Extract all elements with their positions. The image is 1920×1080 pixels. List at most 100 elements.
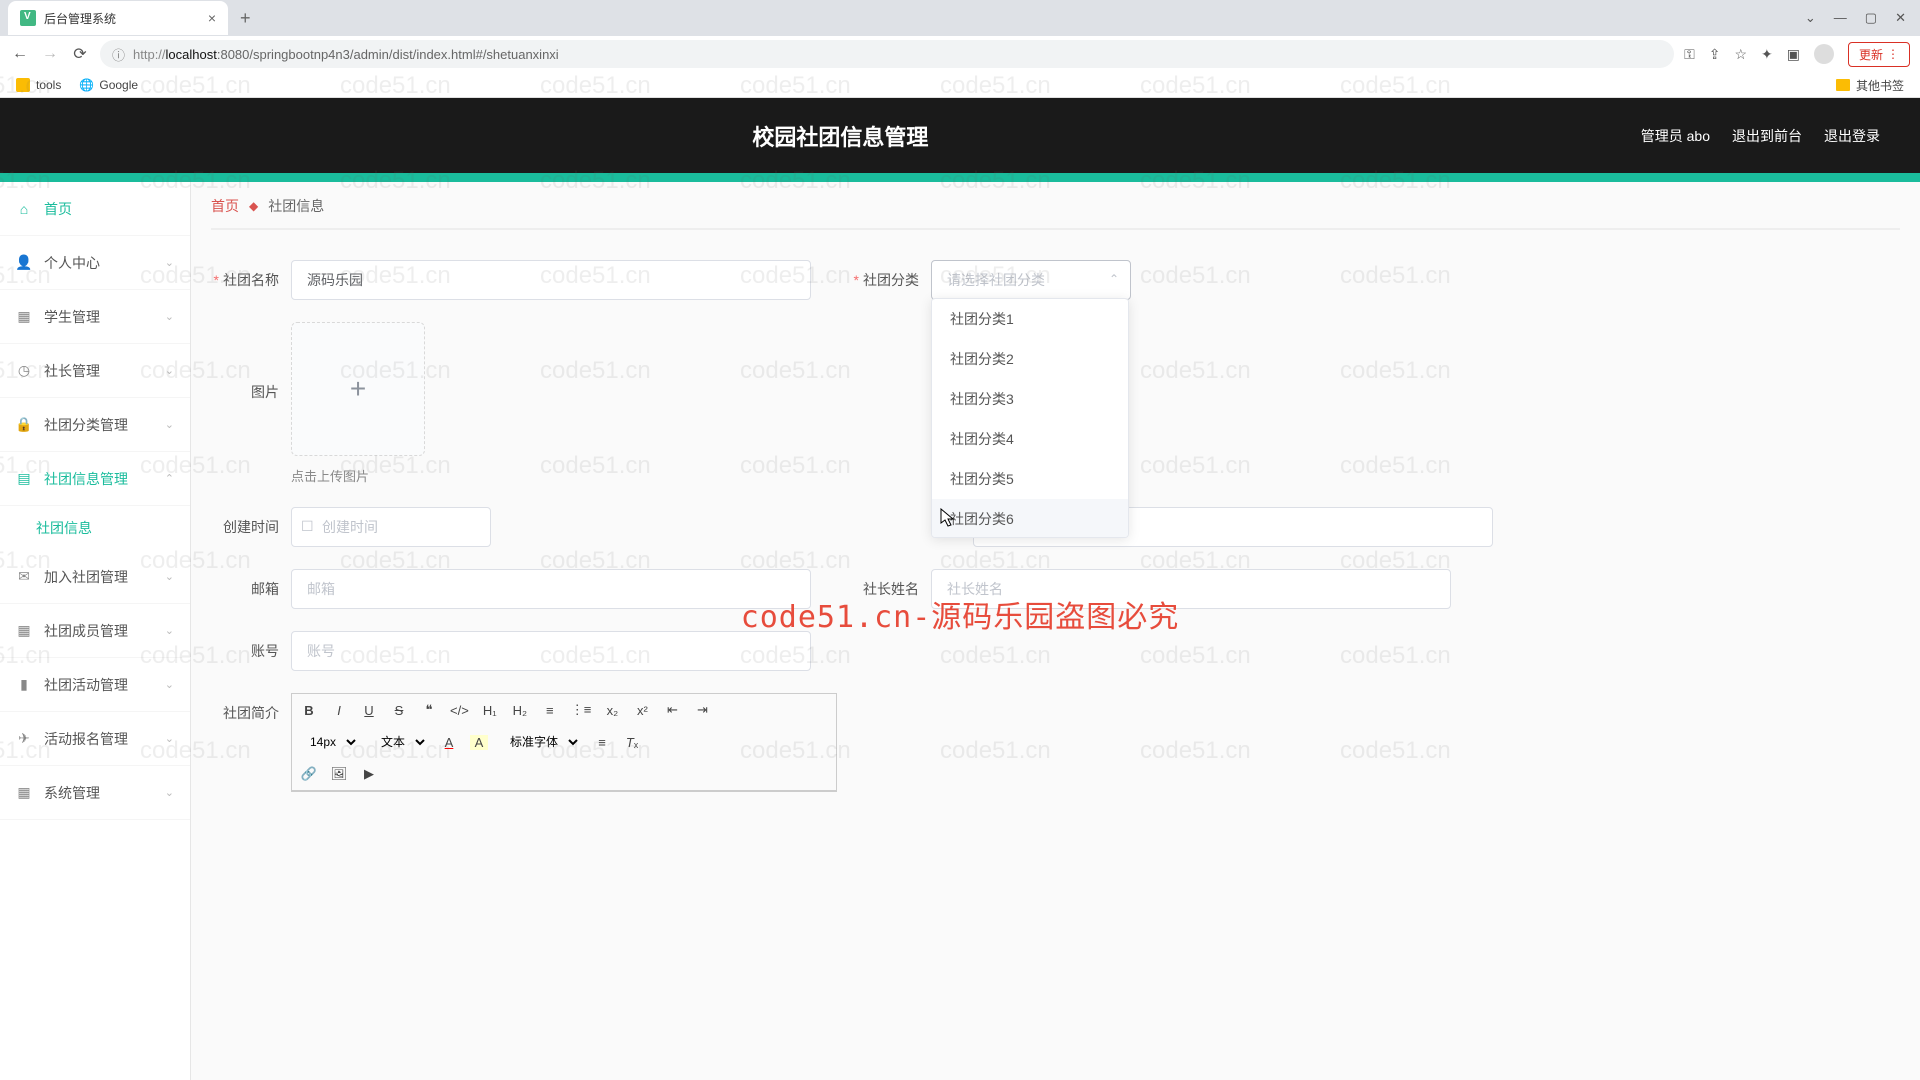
input-club-name[interactable]	[291, 260, 811, 300]
bookmark-google[interactable]: 🌐Google	[79, 78, 138, 92]
header-front-link[interactable]: 退出到前台	[1732, 126, 1802, 146]
list-icon: ▤	[16, 471, 32, 487]
dropdown-option[interactable]: 社团分类1	[932, 299, 1128, 339]
lock-icon: 🔒	[16, 417, 32, 433]
bold-icon[interactable]: B	[300, 703, 318, 718]
select-category[interactable]: ⌃ 社团分类1 社团分类2 社团分类3 社团分类4 社团分类5 社团分类6 计算…	[931, 260, 1131, 300]
form-item-category: 社团分类 ⌃ 社团分类1 社团分类2 社团分类3 社团分类4 社团分类5	[851, 260, 1131, 300]
input-create-time[interactable]	[291, 507, 491, 547]
sidebar-item-signup[interactable]: ✈活动报名管理⌄	[0, 712, 190, 766]
key-icon[interactable]: ⚿	[1684, 46, 1695, 63]
url-action-icons: ⚿ ⇪ ☆ ✦ ▣ 更新	[1684, 42, 1910, 67]
dropdown-option[interactable]: 社团分类2	[932, 339, 1128, 379]
video-icon[interactable]: ▶	[360, 766, 378, 782]
dropdown-option[interactable]: 社团分类6	[932, 499, 1128, 538]
h1-icon[interactable]: H₁	[481, 703, 499, 718]
sub-icon[interactable]: x₂	[603, 703, 621, 718]
header-logout-link[interactable]: 退出登录	[1824, 126, 1880, 146]
style-select[interactable]: 文本	[371, 732, 428, 752]
text-color-icon[interactable]: A	[440, 735, 458, 750]
sidebar-subitem-clubinfo[interactable]: 社团信息	[0, 506, 190, 550]
close-icon[interactable]: ✕	[1895, 10, 1906, 26]
font-family-select[interactable]: 标准字体	[500, 732, 581, 752]
sidebar-item-join[interactable]: ✉加入社团管理⌄	[0, 550, 190, 604]
category-dropdown: 社团分类1 社团分类2 社团分类3 社团分类4 社团分类5 社团分类6 计算机	[931, 298, 1129, 538]
info-icon[interactable]: ⓘ	[112, 45, 125, 64]
breadcrumb-home[interactable]: 首页	[211, 196, 239, 216]
strike-icon[interactable]: S	[390, 703, 408, 718]
sidebar-item-home[interactable]: ⌂首页	[0, 182, 190, 236]
sup-icon[interactable]: x²	[633, 703, 651, 718]
quote-icon[interactable]: ❝	[420, 702, 438, 718]
bookmark-tools[interactable]: tools	[16, 78, 61, 92]
dropdown-icon[interactable]: ⌄	[1805, 10, 1816, 26]
vue-favicon	[20, 10, 36, 26]
chevron-up-icon: ⌃	[1109, 272, 1119, 286]
ol-icon[interactable]: ≡	[541, 703, 559, 718]
extension-icon[interactable]: ✦	[1761, 46, 1773, 63]
sidebar-item-member[interactable]: ▦社团成员管理⌄	[0, 604, 190, 658]
label-account: 账号	[211, 631, 291, 661]
panel-icon[interactable]: ▣	[1787, 46, 1800, 63]
ul-icon[interactable]: ⋮≡	[571, 702, 592, 718]
sidebar-item-system[interactable]: ▦系统管理⌄	[0, 766, 190, 820]
grid-icon: ▦	[16, 623, 32, 639]
sidebar-item-profile[interactable]: 👤个人中心⌄	[0, 236, 190, 290]
outdent-icon[interactable]: ⇤	[663, 702, 681, 718]
new-tab-button[interactable]: +	[240, 8, 251, 29]
align-icon[interactable]: ≡	[593, 735, 611, 750]
back-button[interactable]: ←	[10, 45, 30, 63]
reload-button[interactable]: ⟳	[70, 44, 90, 64]
update-button[interactable]: 更新	[1848, 42, 1910, 67]
content-area: 首页 ◆ 社团信息 社团名称 社团分类 ⌃	[191, 182, 1920, 1080]
upload-tip: 点击上传图片	[291, 466, 425, 485]
select-category-input[interactable]	[931, 260, 1131, 300]
sidebar-item-clubinfo[interactable]: ▤社团信息管理⌃	[0, 452, 190, 506]
clear-format-icon[interactable]: Tₓ	[623, 735, 641, 750]
sidebar-item-category[interactable]: 🔒社团分类管理⌄	[0, 398, 190, 452]
input-email[interactable]	[291, 569, 811, 609]
rich-text-editor[interactable]: B I U S ❝ </> H₁ H₂ ≡ ⋮≡ x₂	[291, 693, 837, 792]
tab-close-icon[interactable]: ×	[208, 10, 216, 26]
sidebar-item-activity[interactable]: ▮社团活动管理⌄	[0, 658, 190, 712]
bg-color-icon[interactable]: A	[470, 735, 488, 750]
profile-icon[interactable]	[1814, 44, 1834, 64]
sidebar-item-student[interactable]: ▦学生管理⌄	[0, 290, 190, 344]
maximize-icon[interactable]: ▢	[1865, 10, 1877, 26]
chevron-down-icon: ⌄	[165, 624, 174, 637]
user-icon: 👤	[16, 255, 32, 271]
form-item-createtime: 创建时间 ☐	[211, 507, 491, 547]
browser-tab[interactable]: 后台管理系统 ×	[8, 1, 228, 35]
chevron-down-icon: ⌄	[165, 786, 174, 799]
chevron-down-icon: ⌄	[165, 310, 174, 323]
link-icon[interactable]: 🔗	[300, 766, 318, 782]
minimize-icon[interactable]: —	[1834, 10, 1847, 26]
bookmark-other[interactable]: 其他书签	[1836, 77, 1904, 94]
code-icon[interactable]: </>	[450, 703, 469, 718]
share-icon[interactable]: ⇪	[1709, 46, 1721, 63]
input-leader[interactable]	[931, 569, 1451, 609]
dropdown-option[interactable]: 社团分类5	[932, 459, 1128, 499]
underline-icon[interactable]: U	[360, 703, 378, 718]
header-user[interactable]: 管理员 abo	[1641, 126, 1710, 146]
sidebar-item-leader[interactable]: ◷社长管理⌄	[0, 344, 190, 398]
h2-icon[interactable]: H₂	[511, 703, 529, 718]
italic-icon[interactable]: I	[330, 703, 348, 718]
indent-icon[interactable]: ⇥	[693, 702, 711, 718]
url-bar[interactable]: ⓘ http://localhost:8080/springbootnp4n3/…	[100, 40, 1674, 68]
dropdown-option[interactable]: 社团分类4	[932, 419, 1128, 459]
forward-button[interactable]: →	[40, 45, 60, 63]
upload-box[interactable]: +	[291, 322, 425, 456]
nav-bar: ← → ⟳ ⓘ http://localhost:8080/springboot…	[0, 36, 1920, 72]
input-account[interactable]	[291, 631, 811, 671]
window-controls: ⌄ — ▢ ✕	[1805, 10, 1920, 26]
breadcrumb-current: 社团信息	[268, 196, 324, 216]
form-item-leader: 社长姓名	[851, 569, 1451, 609]
image-icon[interactable]: 🖼	[330, 766, 348, 782]
dropdown-option[interactable]: 社团分类3	[932, 379, 1128, 419]
label-image: 图片	[211, 322, 291, 402]
star-icon[interactable]: ☆	[1734, 46, 1747, 63]
label-name: 社团名称	[211, 260, 291, 290]
font-size-select[interactable]: 14px	[300, 732, 359, 752]
mail-icon: ✉	[16, 569, 32, 585]
